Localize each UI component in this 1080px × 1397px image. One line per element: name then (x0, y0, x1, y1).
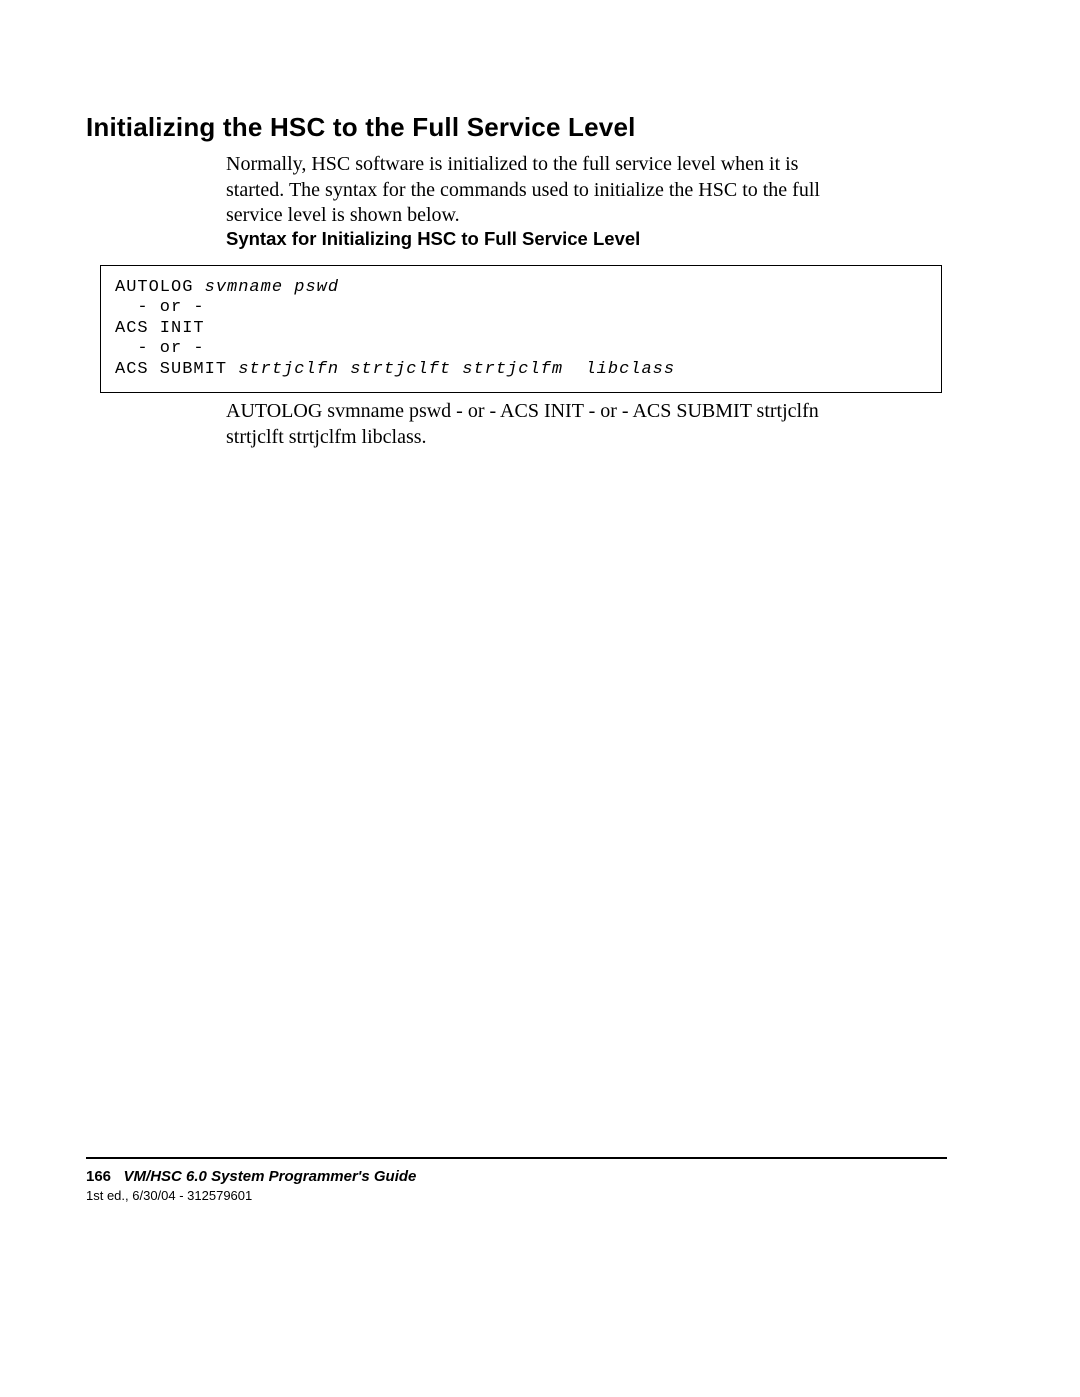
code-text: AUTOLOG (115, 278, 205, 297)
footer-line-2: 1st ed., 6/30/04 - 312579601 (86, 1188, 252, 1203)
intro-paragraph: Normally, HSC software is initialized to… (226, 152, 846, 229)
section-heading: Initializing the HSC to the Full Service… (86, 112, 636, 143)
code-text: ACS SUBMIT (115, 360, 238, 379)
code-line: ACS INIT (115, 319, 927, 339)
code-line: AUTOLOG svmname pswd (115, 278, 927, 298)
code-line: - or - (115, 298, 927, 318)
footer-rule (86, 1157, 947, 1159)
syntax-subheading: Syntax for Initializing HSC to Full Serv… (226, 228, 640, 250)
code-arg: svmname pswd (205, 278, 339, 297)
document-page: Initializing the HSC to the Full Service… (0, 0, 1080, 1397)
code-arg: strtjclfn strtjclft strtjclfm libclass (238, 360, 675, 379)
page-number: 166 (86, 1168, 111, 1185)
syntax-code-box: AUTOLOG svmname pswd - or - ACS INIT - o… (100, 265, 942, 393)
body-paragraph: AUTOLOG svmname pswd - or - ACS INIT - o… (226, 399, 846, 450)
doc-title: VM/HSC 6.0 System Programmer's Guide (124, 1168, 417, 1185)
footer-line-1: 166 VM/HSC 6.0 System Programmer's Guide (86, 1168, 416, 1185)
code-line: ACS SUBMIT strtjclfn strtjclft strtjclfm… (115, 360, 927, 380)
code-line: - or - (115, 339, 927, 359)
